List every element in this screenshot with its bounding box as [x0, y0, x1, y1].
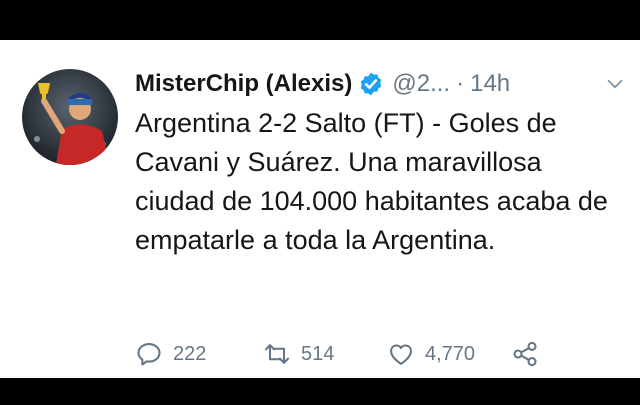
user-handle[interactable]: @2...: [392, 66, 450, 102]
tweet-header: MisterChip (Alexis) @2... · 14h: [135, 66, 626, 102]
chevron-down-icon[interactable]: [604, 73, 626, 95]
like-icon: [390, 344, 412, 365]
tweet-card[interactable]: MisterChip (Alexis) @2... · 14h Argentin…: [0, 40, 640, 378]
like-count: 4,770: [425, 342, 476, 365]
retweet-count: 514: [301, 342, 335, 365]
action-bar: 222 514 4,770: [135, 338, 539, 370]
share-button[interactable]: [511, 340, 539, 368]
display-name[interactable]: MisterChip (Alexis): [135, 66, 352, 102]
reply-count: 222: [173, 342, 207, 365]
reply-button[interactable]: 222: [135, 340, 263, 368]
retweet-button[interactable]: 514: [263, 340, 387, 368]
share-icon: [513, 341, 537, 367]
separator-dot: ·: [456, 70, 465, 97]
like-button[interactable]: 4,770: [387, 340, 511, 368]
avatar[interactable]: [22, 69, 118, 165]
reply-icon: [137, 343, 161, 366]
verified-badge-icon: [361, 72, 382, 96]
retweet-icon: [264, 344, 290, 364]
timestamp[interactable]: 14h: [470, 66, 510, 102]
tweet-text: Argentina 2-2 Salto (FT) - Goles de Cava…: [135, 108, 608, 255]
